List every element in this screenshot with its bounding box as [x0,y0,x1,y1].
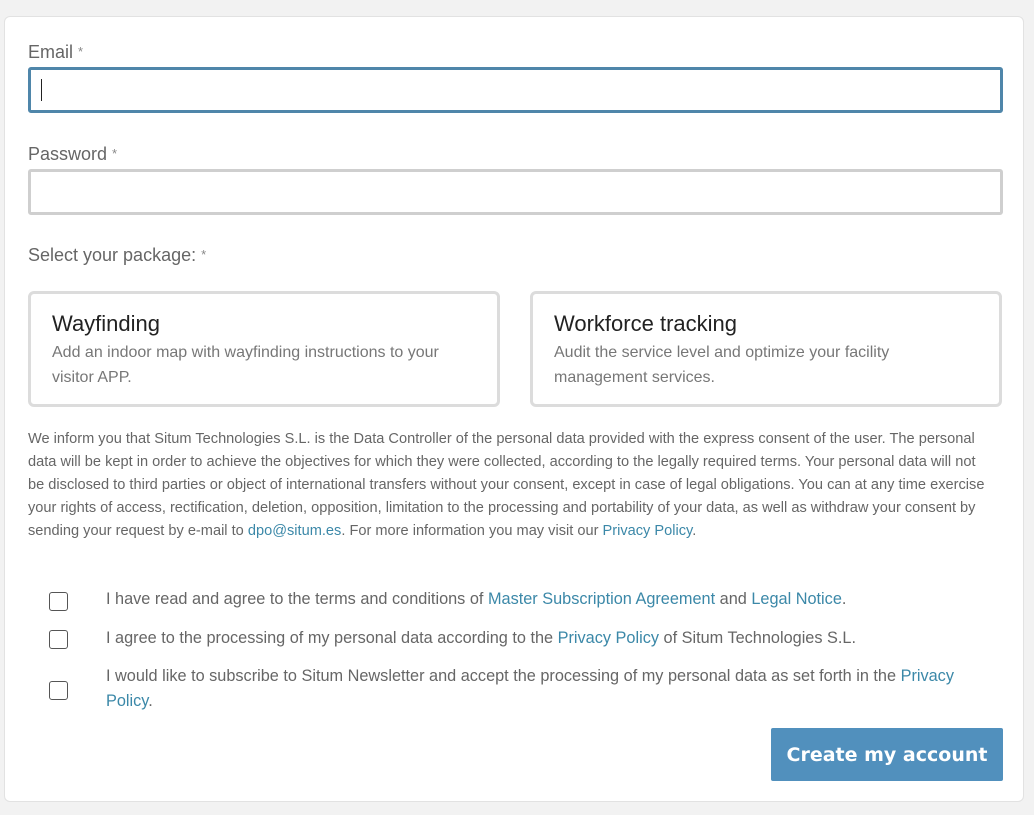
text-caret [41,79,42,101]
email-label: Email * [28,42,84,62]
legal-notice-link[interactable]: Legal Notice [751,590,842,608]
package-title: Wayfinding [52,311,161,336]
email-input[interactable] [28,67,1003,113]
required-mark: * [201,247,207,262]
package-title: Workforce tracking [554,311,737,336]
password-input[interactable] [28,169,1003,215]
package-description: Audit the service level and optimize you… [554,344,890,386]
package-option-wayfinding[interactable]: Wayfinding Add an indoor map with wayfin… [28,291,500,407]
terms-checkbox-label: I have read and agree to the terms and c… [106,590,847,608]
privacy-policy-link[interactable]: Privacy Policy [603,523,693,539]
newsletter-checkbox[interactable] [49,681,68,700]
privacy-policy-link[interactable]: Privacy Policy [558,629,659,647]
password-label: Password * [28,144,118,164]
master-subscription-agreement-link[interactable]: Master Subscription Agreement [488,590,715,608]
create-account-button[interactable]: Create my account [771,728,1003,781]
dpo-email-link[interactable]: dpo@situm.es [248,523,342,539]
data-processing-checkbox[interactable] [49,630,68,649]
package-description: Add an indoor map with wayfinding instru… [52,344,439,386]
legal-notice-text: We inform you that Situm Technologies S.… [28,431,985,539]
package-label: Select your package: * [28,245,207,265]
data-processing-checkbox-label: I agree to the processing of my personal… [106,629,856,647]
signup-form-card: Email * Password * Select your package: * W… [4,16,1024,802]
required-mark: * [78,44,84,59]
newsletter-checkbox-label: I would like to subscribe to Situm Newsl… [106,667,954,710]
required-mark: * [112,146,118,161]
terms-checkbox[interactable] [49,592,68,611]
package-option-workforce-tracking[interactable]: Workforce tracking Audit the service lev… [530,291,1002,407]
